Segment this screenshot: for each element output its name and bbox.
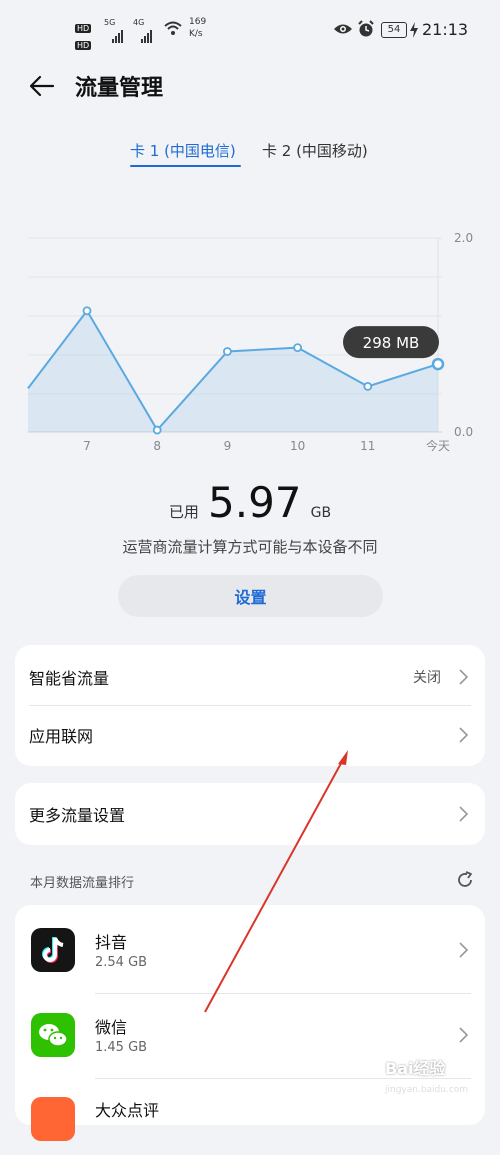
y-tick-label: 2.0 <box>454 231 473 245</box>
back-arrow-icon[interactable] <box>28 72 56 100</box>
battery-icon: 54 <box>381 22 407 38</box>
tab-active-indicator <box>130 165 241 167</box>
status-bar: HD HD 5G 4G 169 K/s 54 21:13 <box>0 0 500 60</box>
chevron-right-icon <box>459 727 469 743</box>
row-label: 智能省流量 <box>29 669 110 688</box>
app-name: 大众点评 <box>95 1101 160 1120</box>
used-unit: GB <box>310 505 332 521</box>
data-saver-card: 智能省流量 关闭 应用联网 <box>15 645 485 766</box>
carrier-note: 运营商流量计算方式可能与本设备不同 <box>122 538 378 556</box>
used-label: 已用 <box>168 503 199 521</box>
status-time: 21:13 <box>422 20 469 39</box>
app-name: 微信 <box>95 1018 128 1037</box>
chevron-right-icon <box>459 806 469 822</box>
eye-icon <box>334 24 352 34</box>
refresh-icon[interactable] <box>455 870 475 890</box>
charging-icon <box>410 22 418 38</box>
chevron-right-icon <box>459 1027 469 1043</box>
wechat-icon <box>31 1013 75 1057</box>
tooltip-text: 298 MB <box>363 334 420 352</box>
data-point <box>82 306 92 316</box>
dianping-icon <box>31 1097 75 1141</box>
divider <box>95 993 471 994</box>
smart-data-saver-row[interactable]: 智能省流量 关闭 <box>15 648 485 706</box>
hd-label: HD <box>75 24 92 33</box>
data-point <box>152 425 162 435</box>
signal-1-icon <box>112 24 124 43</box>
x-tick-label: 11 <box>360 439 375 453</box>
app-row-dianping[interactable]: 大众点评 <box>15 1085 485 1155</box>
tab-sim2[interactable]: 卡 2 (中国移动) <box>262 140 368 161</box>
signal-2-icon <box>141 24 153 43</box>
net-speed-value: 169 <box>189 17 207 27</box>
data-point <box>293 343 303 353</box>
data-point <box>431 357 445 371</box>
app-network-row[interactable]: 应用联网 <box>15 706 485 764</box>
data-point <box>222 347 232 356</box>
row-label: 应用联网 <box>29 727 94 746</box>
y-tick-label: 0.0 <box>454 425 473 439</box>
battery-level: 54 <box>387 24 401 35</box>
x-tick-label: 9 <box>224 439 232 453</box>
watermark-logo: Bai经验 <box>385 1059 446 1078</box>
settings-button[interactable]: 设置 <box>118 575 383 617</box>
net-speed-unit: K/s <box>189 29 203 39</box>
x-tick-label: 今天 <box>426 438 450 453</box>
sim2-hd-badge: HD <box>75 33 92 52</box>
row-value: 关闭 <box>413 670 441 686</box>
tab-sim1[interactable]: 卡 1 (中国电信) <box>130 140 236 161</box>
row-label: 更多流量设置 <box>29 806 126 825</box>
page-title: 流量管理 <box>75 76 164 101</box>
hd-label: HD <box>75 41 92 50</box>
x-tick-label: 8 <box>153 439 161 453</box>
more-settings-card: 更多流量设置 <box>15 783 485 845</box>
alarm-icon <box>358 20 374 37</box>
usage-summary: 已用 5.97 GB <box>0 478 500 527</box>
app-name: 抖音 <box>95 933 128 952</box>
app-usage: 2.54 GB <box>95 955 148 970</box>
ranking-section-label: 本月数据流量排行 <box>30 876 135 891</box>
more-data-settings-row[interactable]: 更多流量设置 <box>15 785 485 843</box>
data-point <box>363 382 373 391</box>
chevron-right-icon <box>459 942 469 958</box>
app-row-douyin[interactable]: 抖音 2.54 GB <box>15 915 485 985</box>
wifi-icon <box>164 21 182 35</box>
watermark-url: jingyan.baidu.com <box>385 1085 469 1095</box>
chevron-right-icon <box>459 669 469 685</box>
douyin-icon <box>31 928 75 972</box>
daily-usage-chart[interactable]: 7 8 9 10 11 今天 2.0 0.0 298 MB <box>0 220 500 470</box>
used-value: 5.97 <box>208 478 302 527</box>
x-tick-label: 7 <box>83 439 91 453</box>
app-usage: 1.45 GB <box>95 1040 148 1055</box>
x-tick-label: 10 <box>290 439 305 453</box>
